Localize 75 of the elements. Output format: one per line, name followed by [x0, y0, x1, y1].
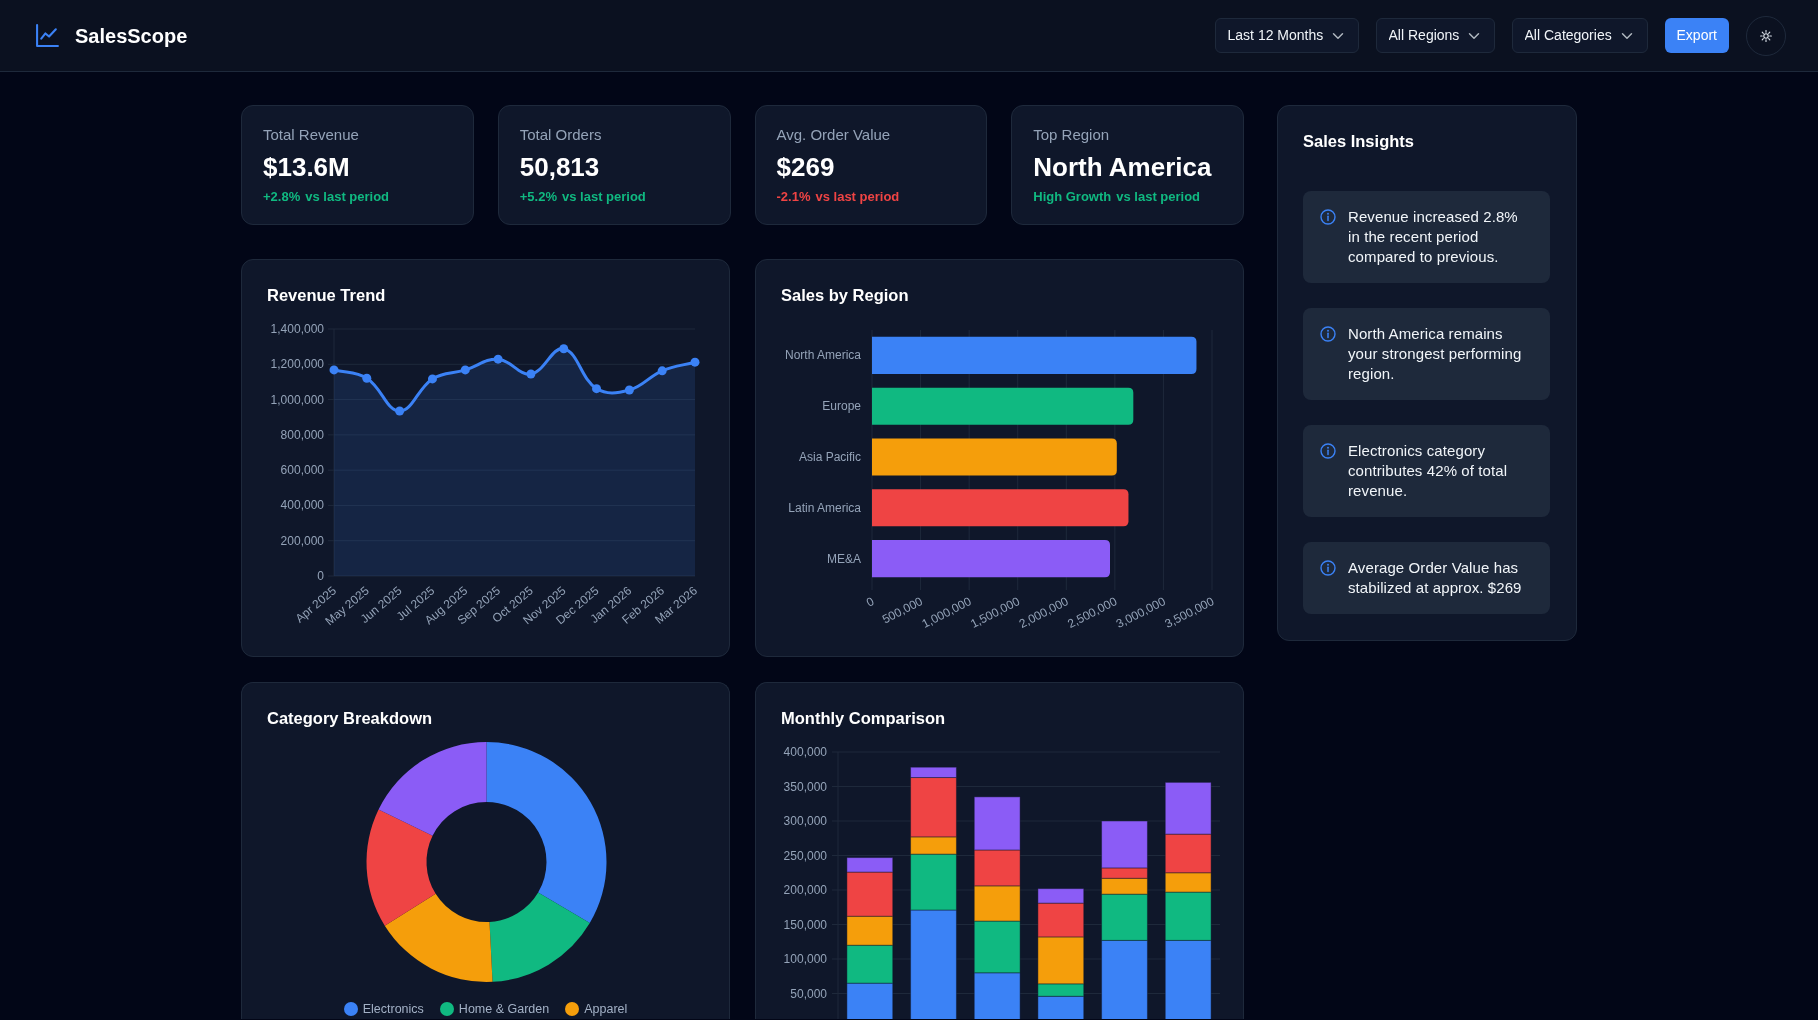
kpi-comparison-note: vs last period	[1116, 189, 1201, 205]
info-icon	[1320, 209, 1336, 225]
bar-segment	[846, 944, 894, 984]
legend-label: Electronics	[362, 1001, 424, 1018]
kpi-change: -2.1%	[776, 189, 811, 205]
kpi-value: 50,813	[519, 151, 601, 183]
kpi-label: Total Orders	[519, 126, 603, 144]
axis-label: 1,200,000	[270, 357, 324, 372]
data-point	[493, 354, 503, 364]
line-chart-icon	[35, 23, 60, 48]
axis-label: 350,000	[783, 779, 827, 794]
chart-title: Revenue Trend	[267, 285, 387, 306]
data-point	[690, 357, 700, 367]
category-label: Europe	[822, 399, 861, 414]
insight-text: Revenue increased 2.8% in the recent period compared to previous.	[1348, 207, 1519, 267]
insight-text: North America remains your strongest performing region.	[1348, 324, 1523, 384]
kpi-value: $13.6M	[263, 151, 351, 183]
data-point	[624, 385, 634, 395]
bar-segment	[1164, 781, 1212, 835]
data-point	[657, 366, 667, 376]
data-point	[460, 365, 470, 375]
axis-label: 800,000	[280, 427, 324, 442]
axis-label: 50,000	[790, 986, 827, 1001]
kpi-label: Avg. Order Value	[776, 126, 892, 144]
legend-label: Apparel	[584, 1001, 628, 1018]
info-icon	[1320, 326, 1336, 342]
axis-label: 400,000	[280, 498, 324, 513]
filter-dropdown[interactable]: All Categories	[1511, 18, 1648, 53]
data-point	[427, 374, 437, 384]
kpi-change: High Growth	[1033, 189, 1112, 205]
data-point	[559, 344, 569, 354]
axis-label: 200,000	[783, 883, 827, 897]
info-icon	[1320, 443, 1336, 459]
insight-text: Electronics category contributes 42% of total revenue.	[1348, 441, 1509, 501]
export-button[interactable]: Export	[1664, 18, 1729, 53]
info-icon	[1320, 560, 1336, 576]
category-label: Asia Pacific	[798, 450, 861, 464]
data-point	[362, 373, 372, 383]
axis-label: 200,000	[280, 533, 324, 548]
app-title: SalesScope	[75, 23, 188, 49]
axis-label: 400,000	[783, 745, 827, 759]
axis-label: 600,000	[280, 463, 324, 478]
data-point	[329, 365, 339, 375]
chart-title: Monthly Comparison	[781, 708, 947, 729]
insight-text: Average Order Value has stabilized at approx. $269	[1348, 558, 1523, 598]
kpi-comparison-note: vs last period	[562, 189, 646, 205]
legend-label: Home & Garden	[458, 1001, 550, 1018]
axis-label: 100,000	[783, 952, 827, 966]
axis-label: 250,000	[783, 848, 827, 863]
axis-label: 300,000	[783, 814, 827, 828]
axis-label: 0	[317, 569, 324, 583]
data-point	[592, 384, 602, 394]
kpi-comparison-note: vs last period	[815, 189, 900, 205]
kpi-change: +2.8%	[263, 189, 301, 205]
axis-label: 150,000	[783, 917, 827, 932]
filter-dropdown[interactable]: All Regions	[1375, 18, 1495, 53]
kpi-value: $269	[776, 151, 836, 183]
axis-label: 1,000,000	[270, 392, 324, 407]
kpi-label: Total Revenue	[263, 126, 360, 144]
kpi-value: North America	[1033, 151, 1213, 183]
chart-title: Sales by Region	[781, 285, 910, 306]
data-point	[526, 369, 536, 379]
data-point	[395, 406, 405, 416]
axis-label: 1,400,000	[270, 322, 324, 336]
panel-title: Sales Insights	[1303, 131, 1415, 152]
category-label: Latin America	[788, 500, 861, 515]
filter-dropdown[interactable]: Last 12 Months	[1214, 18, 1359, 53]
category-label: North America	[784, 348, 861, 363]
sun-icon	[1760, 29, 1772, 42]
category-label: ME&A	[827, 551, 861, 566]
kpi-label: Top Region	[1033, 126, 1111, 144]
kpi-comparison-note: vs last period	[305, 189, 390, 205]
kpi-change: +5.2%	[519, 189, 557, 205]
chart-title: Category Breakdown	[267, 708, 434, 729]
axis-label: 0	[864, 594, 877, 610]
